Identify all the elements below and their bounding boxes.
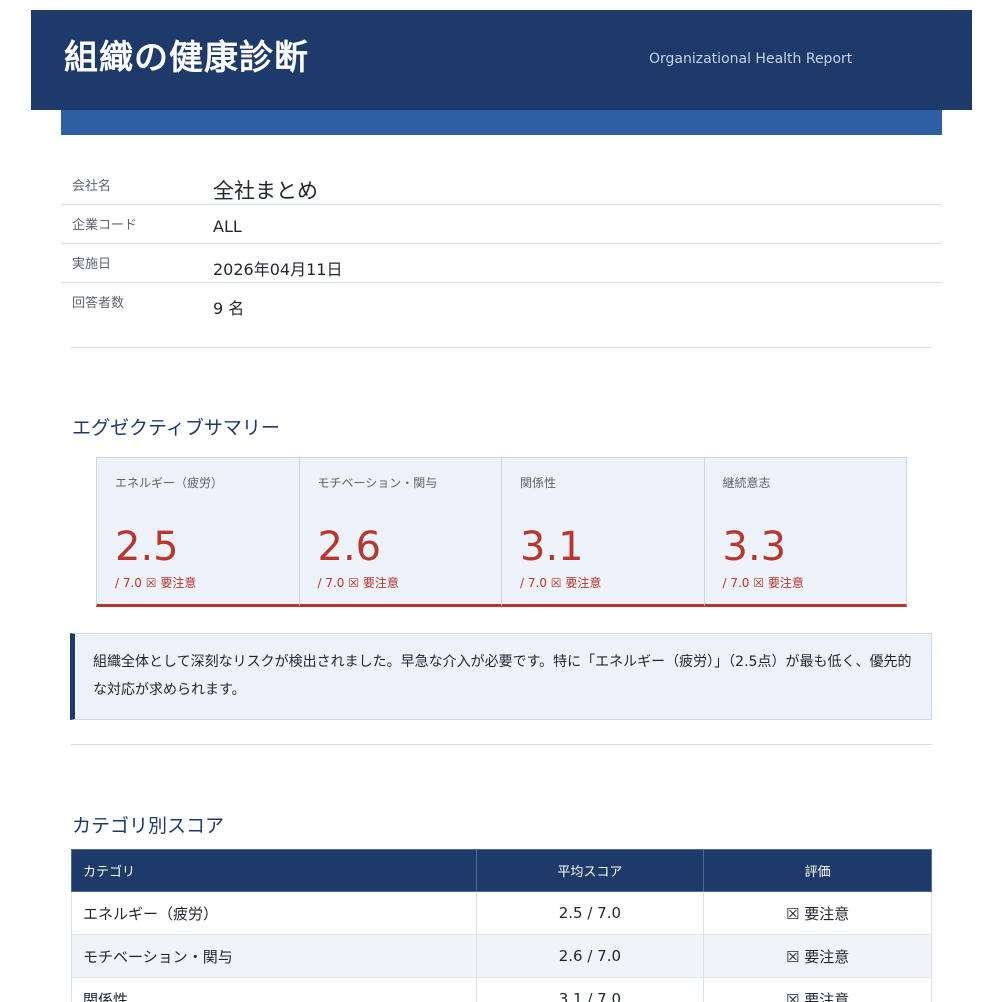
info-label: 企業コード [72, 218, 138, 233]
card-note: / 7.0 ☒ 要注意 [317, 576, 399, 590]
card-label: モチベーション・関与 [317, 476, 438, 490]
survey-date: 2026年04月11日 [213, 260, 343, 279]
report-header: 組織の健康診断 Organizational Health Report [31, 10, 972, 110]
table-header-row: カテゴリ 平均スコア 評価 [71, 849, 932, 892]
category-rating: ☒ 要注意 [703, 891, 932, 935]
section-divider [71, 744, 932, 745]
summary-card-motivation: モチベーション・関与 2.6 / 7.0 ☒ 要注意 [298, 457, 502, 607]
card-label: エネルギー（疲労） [115, 476, 224, 490]
category-score: 2.6 / 7.0 [475, 934, 705, 978]
category-score-table: カテゴリ 平均スコア 評価 エネルギー（疲労） 2.5 / 7.0 ☒ 要注意 … [71, 849, 932, 1002]
info-label: 会社名 [72, 179, 112, 194]
info-row-respondents: 回答者数 9 名 [61, 283, 942, 322]
summary-card-retention: 継続意志 3.3 / 7.0 ☒ 要注意 [703, 457, 907, 607]
info-label: 実施日 [72, 257, 112, 272]
card-note: / 7.0 ☒ 要注意 [520, 576, 602, 590]
column-header-category: カテゴリ [71, 849, 477, 892]
info-row-company: 会社名 全社まとめ [61, 166, 942, 205]
category-score: 3.1 / 7.0 [475, 977, 705, 1002]
company-code: ALL [213, 217, 242, 236]
category-score: 2.5 / 7.0 [475, 891, 705, 935]
report-subtitle: Organizational Health Report [649, 51, 853, 67]
card-score: 3.3 [722, 524, 787, 570]
report-title: 組織の健康診断 [64, 38, 309, 78]
respondent-count: 9 名 [213, 299, 245, 318]
card-score: 3.1 [520, 524, 584, 570]
section-divider [71, 347, 932, 348]
category-name: モチベーション・関与 [71, 934, 477, 978]
category-name: 関係性 [71, 977, 477, 1002]
header-accent-bar [61, 110, 942, 135]
column-header-rating: 評価 [703, 849, 932, 892]
card-score: 2.5 [115, 524, 179, 570]
table-row: 関係性 3.1 / 7.0 ☒ 要注意 [71, 977, 932, 1002]
info-row-code: 企業コード ALL [61, 205, 942, 244]
report-page: 組織の健康診断 Organizational Health Report 会社名… [0, 0, 1002, 1002]
risk-alert-box: 組織全体として深刻なリスクが検出されました。早急な介入が必要です。特に「エネルギ… [70, 633, 932, 720]
summary-cards: エネルギー（疲労） 2.5 / 7.0 ☒ 要注意 モチベーション・関与 2.6… [96, 457, 907, 607]
table-row: エネルギー（疲労） 2.5 / 7.0 ☒ 要注意 [71, 891, 932, 935]
column-header-score: 平均スコア [475, 849, 705, 892]
table-row: モチベーション・関与 2.6 / 7.0 ☒ 要注意 [71, 934, 932, 978]
info-label: 回答者数 [72, 296, 125, 311]
card-label: 継続意志 [722, 476, 771, 490]
summary-section-title: エグゼクティブサマリー [72, 417, 280, 439]
company-name: 全社まとめ [213, 179, 318, 203]
card-score: 2.6 [317, 524, 382, 570]
card-note: / 7.0 ☒ 要注意 [722, 576, 804, 590]
category-rating: ☒ 要注意 [703, 977, 932, 1002]
category-name: エネルギー（疲労） [71, 891, 477, 935]
summary-card-energy: エネルギー（疲労） 2.5 / 7.0 ☒ 要注意 [96, 457, 300, 607]
company-info-table: 会社名 全社まとめ 企業コード ALL 実施日 2026年04月11日 回答者数… [61, 166, 942, 322]
info-row-date: 実施日 2026年04月11日 [61, 244, 942, 283]
category-section-title: カテゴリ別スコア [72, 815, 225, 837]
card-note: / 7.0 ☒ 要注意 [115, 576, 197, 590]
card-label: 関係性 [520, 476, 557, 490]
summary-card-relationship: 関係性 3.1 / 7.0 ☒ 要注意 [501, 457, 705, 607]
category-rating: ☒ 要注意 [703, 934, 932, 978]
risk-alert-text: 組織全体として深刻なリスクが検出されました。早急な介入が必要です。特に「エネルギ… [93, 654, 912, 698]
